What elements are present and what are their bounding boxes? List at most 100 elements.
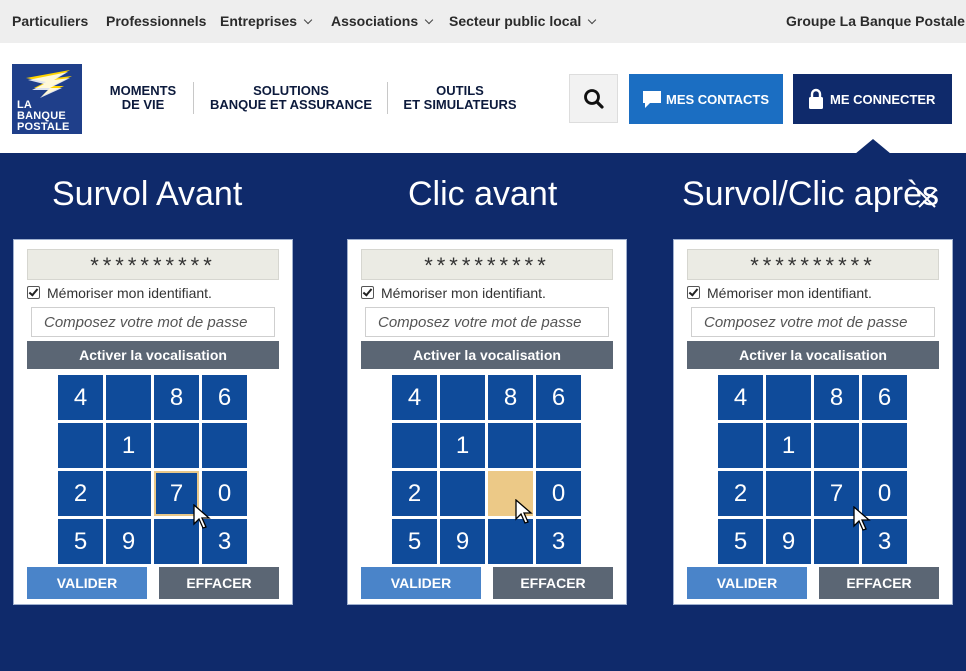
keypad: 4 8 6 1 2 7 0 5 9 3 [718,375,910,567]
password-field[interactable] [31,307,275,337]
clear-button[interactable]: EFFACER [819,567,939,599]
password-field[interactable] [691,307,935,337]
keypad-key[interactable]: 1 [106,423,151,468]
keypad-key[interactable]: 8 [814,375,859,420]
nav-moments-de-vie[interactable]: MOMENTS DE VIE [100,84,186,112]
logo-text-postale: POSTALE [17,121,70,133]
keypad-key[interactable]: 5 [718,519,763,564]
keypad-key[interactable]: 4 [718,375,763,420]
keypad-key[interactable]: 1 [766,423,811,468]
chat-icon [643,91,661,108]
keypad-key[interactable]: 6 [536,375,581,420]
connect-label: ME CONNECTER [830,92,936,107]
login-card-hover-before: ********** Mémoriser mon identifiant. Ac… [13,239,293,605]
chevron-down-icon [303,15,313,25]
activate-voice-button[interactable]: Activer la vocalisation [687,341,939,369]
keypad-key[interactable] [106,471,151,516]
keypad-key[interactable] [488,519,533,564]
keypad-key[interactable]: 6 [862,375,907,420]
keypad-key[interactable]: 9 [440,519,485,564]
topbar-link-particuliers[interactable]: Particuliers [12,13,88,29]
activate-voice-button[interactable]: Activer la vocalisation [27,341,279,369]
dropdown-caret [855,139,891,154]
keypad: 4 8 6 1 2 0 5 9 3 [392,375,584,567]
topbar-label: Secteur public local [449,13,582,29]
keypad-key[interactable] [862,423,907,468]
contacts-label: MES CONTACTS [666,92,770,107]
keypad-key[interactable]: 9 [106,519,151,564]
chevron-down-icon [424,15,434,25]
remember-id-checkbox[interactable]: Mémoriser mon identifiant. [27,285,212,301]
password-field[interactable] [365,307,609,337]
topbar-link-groupe[interactable]: Groupe La Banque Postale [786,13,965,29]
keypad-key[interactable] [440,471,485,516]
keypad-key[interactable]: 6 [202,375,247,420]
topbar-link-secteur-public[interactable]: Secteur public local [449,13,597,29]
remember-id-checkbox[interactable]: Mémoriser mon identifiant. [361,285,546,301]
checkbox-checked-icon[interactable] [361,286,374,299]
keypad-key[interactable]: 4 [58,375,103,420]
checkbox-checked-icon[interactable] [27,286,40,299]
keypad-key[interactable]: 0 [536,471,581,516]
keypad-key[interactable] [766,375,811,420]
keypad-key[interactable] [440,375,485,420]
remember-label: Mémoriser mon identifiant. [47,285,212,301]
masked-identifier: ********** [27,249,279,280]
cursor-icon [515,499,533,524]
bank-logo[interactable]: LA BANQUE POSTALE [12,64,82,134]
nav-line: OUTILS [436,83,484,98]
column-title: Clic avant [408,175,558,213]
cursor-icon [853,506,871,531]
remember-id-checkbox[interactable]: Mémoriser mon identifiant. [687,285,872,301]
login-button[interactable]: ME CONNECTER [793,74,952,124]
keypad-key[interactable] [718,423,763,468]
validate-button[interactable]: VALIDER [27,567,147,599]
keypad-key[interactable]: 5 [58,519,103,564]
keypad-key[interactable] [58,423,103,468]
keypad-key[interactable] [392,423,437,468]
checkbox-checked-icon[interactable] [687,286,700,299]
keypad-key[interactable]: 4 [392,375,437,420]
keypad-key[interactable]: 2 [718,471,763,516]
nav-outils[interactable]: OUTILS ET SIMULATEURS [396,84,524,112]
keypad-key[interactable]: 1 [440,423,485,468]
keypad-key[interactable] [488,423,533,468]
topbar-link-professionnels[interactable]: Professionnels [106,13,206,29]
keypad-key[interactable] [106,375,151,420]
keypad-key[interactable]: 8 [488,375,533,420]
keypad-key[interactable]: 8 [154,375,199,420]
keypad-key[interactable]: 2 [392,471,437,516]
remember-label: Mémoriser mon identifiant. [381,285,546,301]
keypad-key[interactable] [536,423,581,468]
masked-identifier: ********** [687,249,939,280]
nav-line: DE VIE [121,97,165,112]
nav-divider [193,82,194,114]
keypad-key[interactable] [814,423,859,468]
top-bar: Particuliers Professionnels Entreprises … [0,0,966,43]
keypad-key[interactable]: 2 [58,471,103,516]
login-card-click-before: ********** Mémoriser mon identifiant. Ac… [347,239,627,605]
my-contacts-button[interactable]: MES CONTACTS [629,74,783,124]
topbar-link-associations[interactable]: Associations [331,13,434,29]
clear-button[interactable]: EFFACER [493,567,613,599]
activate-voice-button[interactable]: Activer la vocalisation [361,341,613,369]
keypad-key[interactable]: 3 [536,519,581,564]
keypad-key[interactable]: 9 [766,519,811,564]
column-title: Survol Avant [52,175,243,213]
validate-button[interactable]: VALIDER [687,567,807,599]
keypad-key[interactable] [154,423,199,468]
keypad-key[interactable] [202,423,247,468]
keypad-key[interactable] [766,471,811,516]
topbar-link-entreprises[interactable]: Entreprises [220,13,313,29]
validate-button[interactable]: VALIDER [361,567,481,599]
remember-label: Mémoriser mon identifiant. [707,285,872,301]
topbar-label: Entreprises [220,13,298,29]
close-icon[interactable] [915,187,939,211]
nav-solutions[interactable]: SOLUTIONS BANQUE ET ASSURANCE [203,84,379,112]
cursor-icon [193,504,211,529]
keypad-key[interactable]: 5 [392,519,437,564]
clear-button[interactable]: EFFACER [159,567,279,599]
nav-line: BANQUE ET ASSURANCE [209,97,373,112]
search-button[interactable] [569,74,618,123]
masked-identifier: ********** [361,249,613,280]
